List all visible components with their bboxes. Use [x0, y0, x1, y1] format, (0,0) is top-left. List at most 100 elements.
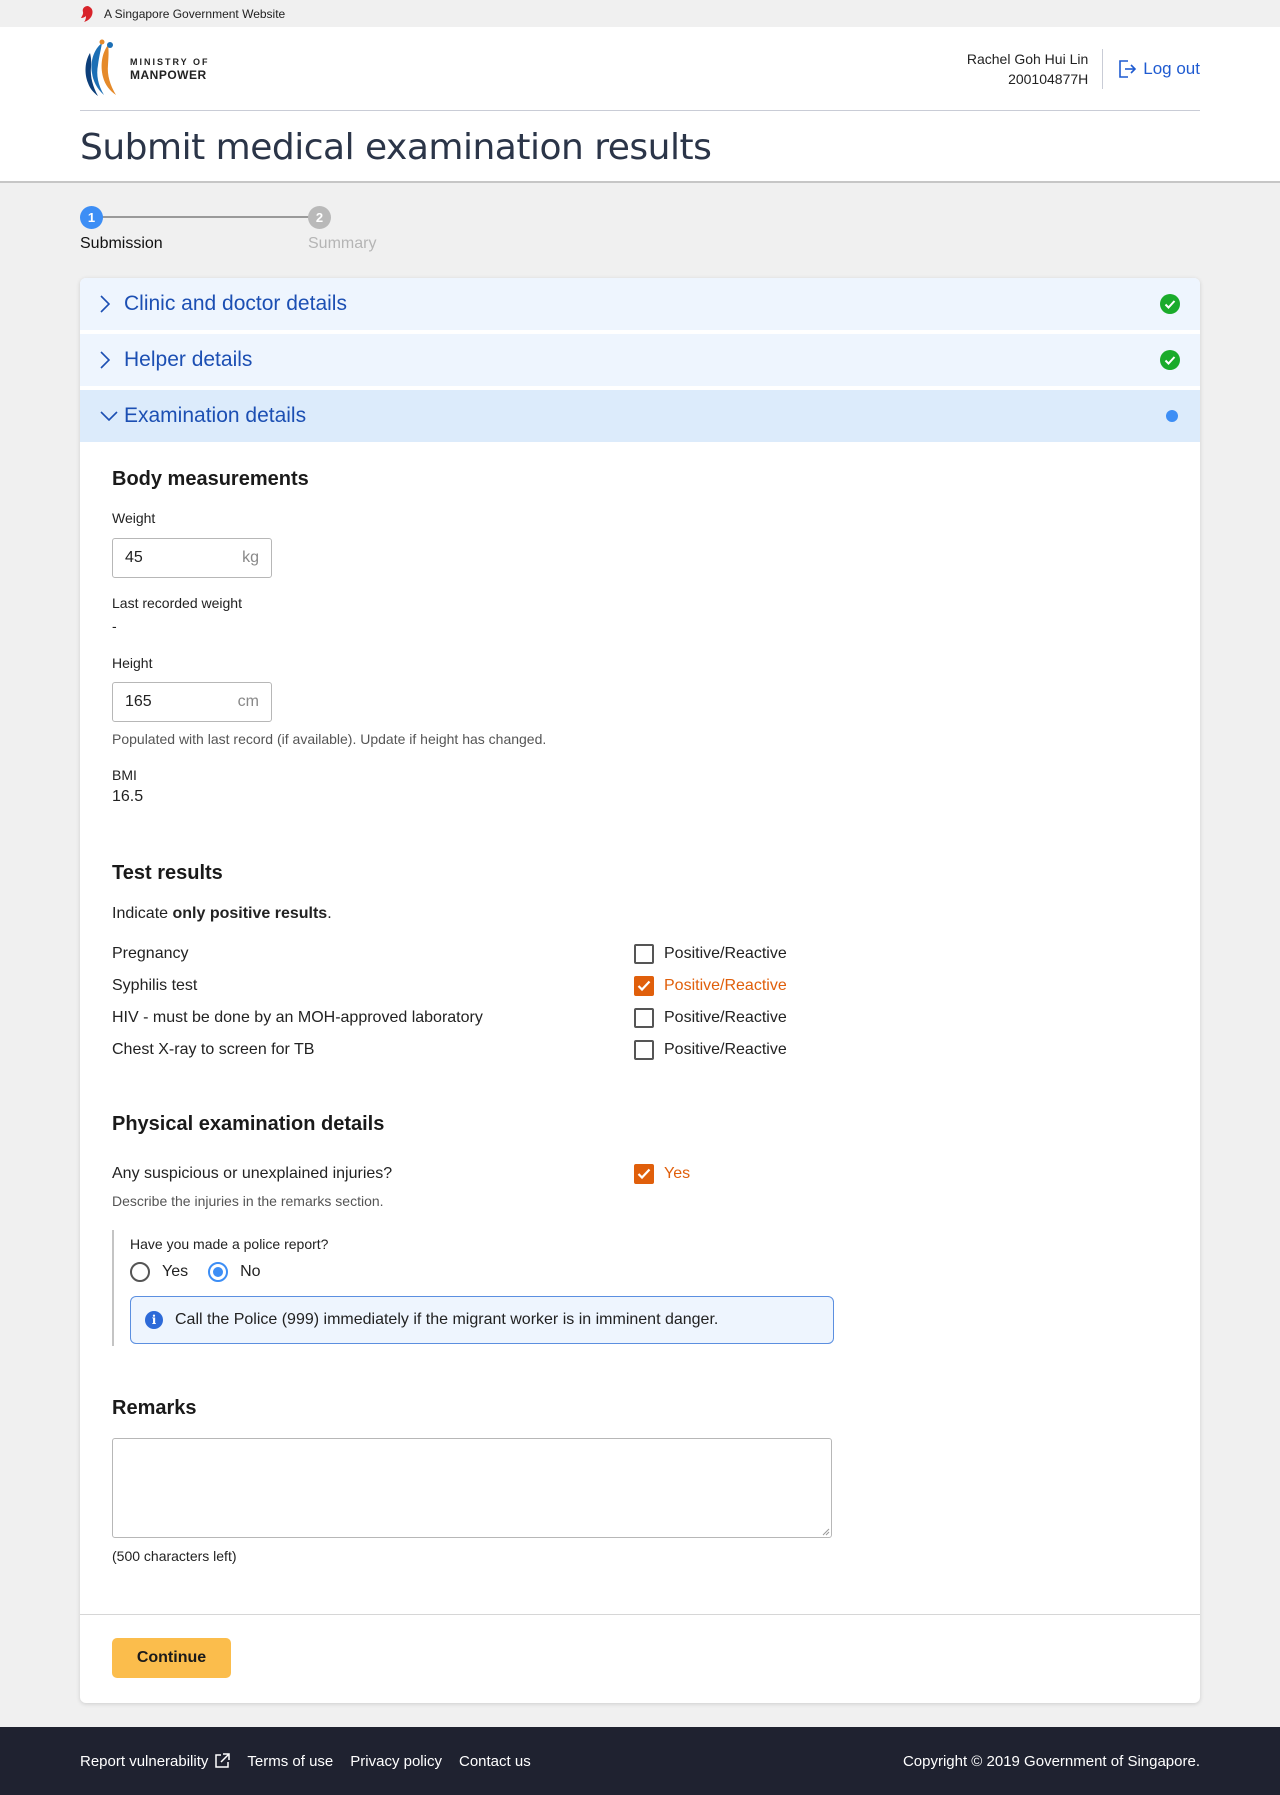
radio-label: Yes — [162, 1263, 189, 1280]
page-title: Submit medical examination results — [80, 127, 712, 168]
checkbox-label: Yes — [664, 1165, 691, 1182]
positive-checkbox[interactable]: Positive/Reactive — [634, 944, 787, 964]
test-results-intro: Indicate only positive results. — [112, 905, 332, 923]
in-progress-dot-icon — [1166, 410, 1178, 422]
gov-banner: A Singapore Government Website — [0, 0, 1280, 27]
external-link-icon — [215, 1753, 231, 1768]
weight-label: Weight — [112, 510, 156, 526]
logout-button[interactable]: Log out — [1117, 59, 1200, 79]
police-radio-no[interactable]: No — [208, 1262, 261, 1282]
test-results-heading: Test results — [112, 862, 223, 884]
weight-value: 45 — [125, 549, 143, 566]
user-name: Rachel Goh Hui Lin — [966, 50, 1089, 67]
progress-stepper: 1 Submission 2 Summary — [80, 206, 400, 256]
remarks-heading: Remarks — [112, 1397, 197, 1419]
info-callout: i Call the Police (999) immediately if t… — [130, 1296, 834, 1344]
remarks-char-count: (500 characters left) — [112, 1548, 237, 1564]
accordion-title: Clinic and doctor details — [124, 292, 347, 315]
accordion-helper[interactable]: Helper details — [80, 334, 1200, 386]
checkbox-label: Positive/Reactive — [664, 977, 787, 994]
last-weight-label: Last recorded weight — [112, 595, 242, 611]
accordion-examination[interactable]: Examination details — [80, 390, 1200, 442]
positive-checkbox[interactable]: Positive/Reactive — [634, 1008, 787, 1028]
police-radio-yes[interactable]: Yes — [130, 1262, 188, 1282]
test-row-pregnancy: Pregnancy Positive/Reactive — [112, 942, 832, 966]
police-radio-group: Yes No — [130, 1262, 832, 1282]
checkbox-label: Positive/Reactive — [664, 1009, 787, 1026]
test-name: Chest X-ray to screen for TB — [112, 1041, 315, 1058]
singapore-lion-icon — [81, 5, 93, 22]
radio-circle — [130, 1262, 150, 1282]
checkbox-box — [634, 976, 654, 996]
mom-logo[interactable]: MINISTRY OF MANPOWER — [80, 39, 210, 99]
height-input[interactable]: 165 cm — [112, 682, 272, 722]
checkbox-box — [634, 1040, 654, 1060]
user-id: 200104877H — [1008, 70, 1089, 87]
user-info: Rachel Goh Hui Lin 200104877H — [966, 48, 1104, 89]
height-unit: cm — [237, 693, 259, 710]
height-label: Height — [112, 655, 153, 671]
continue-button[interactable]: Continue — [112, 1638, 231, 1678]
checkbox-box — [634, 1008, 654, 1028]
step-1-circle: 1 — [80, 206, 103, 229]
step-summary: 2 Summary — [308, 206, 376, 253]
police-report-block: Have you made a police report? Yes No i … — [112, 1230, 834, 1346]
step-1-label: Submission — [80, 235, 163, 252]
checkbox-label: Positive/Reactive — [664, 945, 787, 962]
radio-circle — [208, 1262, 229, 1282]
weight-input[interactable]: 45 kg — [112, 538, 272, 578]
checkmark-icon — [637, 980, 651, 992]
checkbox-box — [634, 1164, 654, 1184]
weight-unit: kg — [242, 549, 259, 566]
last-weight-value: - — [112, 618, 117, 634]
checkbox-box — [634, 944, 654, 964]
info-icon: i — [145, 1311, 163, 1329]
radio-label: No — [240, 1263, 261, 1280]
test-name: Syphilis test — [112, 977, 198, 994]
injuries-checkbox[interactable]: Yes — [634, 1164, 690, 1184]
step-2-circle: 2 — [308, 206, 331, 229]
logout-icon — [1119, 59, 1137, 78]
logout-label: Log out — [1143, 58, 1200, 78]
intro-prefix: Indicate — [112, 905, 173, 922]
user-area: Rachel Goh Hui Lin 200104877H Log out — [966, 48, 1200, 89]
check-circle-icon — [1160, 294, 1180, 314]
bmi-value: 16.5 — [112, 788, 144, 805]
injuries-row: Any suspicious or unexplained injuries? … — [112, 1162, 832, 1186]
footer-copyright: Copyright © 2019 Government of Singapore… — [902, 1752, 1200, 1770]
logo-line-1: MINISTRY OF — [130, 56, 210, 67]
card-divider — [80, 1614, 1200, 1615]
accordion-title: Helper details — [124, 348, 253, 371]
footer-link-terms[interactable]: Terms of use — [247, 1753, 333, 1770]
step-2-label: Summary — [308, 235, 377, 252]
footer-link-contact[interactable]: Contact us — [459, 1753, 531, 1770]
header: MINISTRY OF MANPOWER Rachel Goh Hui Lin … — [0, 27, 1280, 183]
injuries-hint: Describe the injuries in the remarks sec… — [112, 1193, 384, 1209]
gov-banner-text: A Singapore Government Website — [104, 6, 286, 21]
police-question: Have you made a police report? — [130, 1236, 329, 1252]
bmi-label: BMI — [112, 767, 137, 783]
intro-bold: only positive results — [172, 905, 328, 922]
footer-link-privacy[interactable]: Privacy policy — [350, 1753, 442, 1770]
accordion-title: Examination details — [124, 404, 307, 427]
positive-checkbox[interactable]: Positive/Reactive — [634, 976, 787, 996]
physical-exam-heading: Physical examination details — [112, 1113, 385, 1135]
remarks-textarea[interactable] — [112, 1438, 832, 1538]
footer-link-label: Report vulnerability — [80, 1752, 209, 1770]
check-circle-icon — [1160, 350, 1180, 370]
checkbox-label: Positive/Reactive — [664, 1041, 787, 1058]
checkmark-icon — [637, 1168, 651, 1180]
accordion-clinic-doctor[interactable]: Clinic and doctor details — [80, 278, 1200, 330]
test-row-chest-xray: Chest X-ray to screen for TB Positive/Re… — [112, 1038, 832, 1062]
height-value: 165 — [125, 693, 152, 710]
resize-grip-icon[interactable] — [822, 1528, 830, 1536]
test-row-syphilis: Syphilis test Positive/Reactive — [112, 974, 832, 998]
positive-checkbox[interactable]: Positive/Reactive — [634, 1040, 787, 1060]
footer-link-report-vulnerability[interactable]: Report vulnerability — [80, 1752, 231, 1770]
footer-links: Report vulnerability Terms of use Privac… — [80, 1753, 548, 1770]
height-hint: Populated with last record (if available… — [112, 731, 547, 747]
test-name: Pregnancy — [112, 945, 189, 962]
mom-logo-icon — [85, 39, 116, 96]
step-submission: 1 Submission — [80, 206, 163, 253]
footer: Report vulnerability Terms of use Privac… — [0, 1727, 1280, 1795]
